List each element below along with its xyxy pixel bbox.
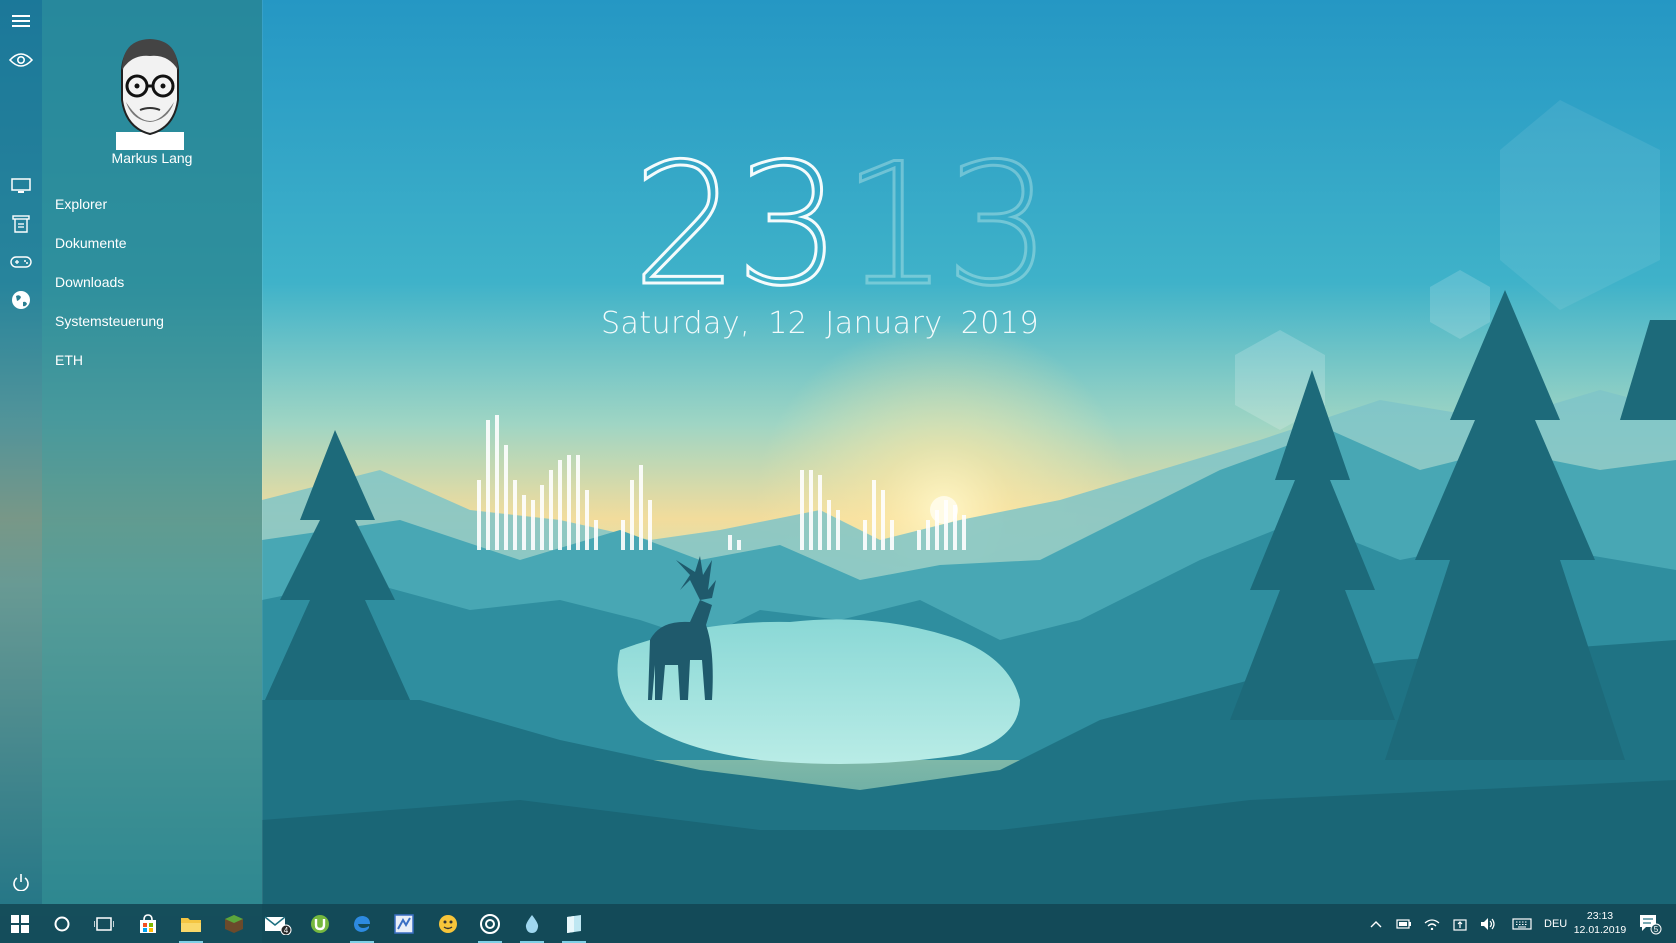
notification-badge: 5 bbox=[1654, 925, 1659, 934]
file-explorer-icon[interactable] bbox=[177, 910, 205, 943]
minecraft-block-icon[interactable] bbox=[220, 910, 248, 938]
menu-item-dokumente[interactable]: Dokumente bbox=[55, 235, 127, 251]
desktop-clock: 23 13 bbox=[631, 140, 1054, 311]
emoji-app-icon[interactable] bbox=[434, 910, 462, 938]
tray-date: 12.01.2019 bbox=[1573, 924, 1627, 936]
taskbar: 4 DEU bbox=[0, 904, 1676, 943]
chevron-up-icon[interactable] bbox=[1366, 910, 1386, 938]
utorrent-icon[interactable] bbox=[306, 910, 334, 938]
target-ring-icon[interactable] bbox=[476, 910, 504, 943]
store-bag-icon[interactable] bbox=[134, 910, 162, 938]
language-indicator[interactable]: DEU bbox=[1544, 918, 1567, 930]
windows-start-icon[interactable] bbox=[6, 910, 34, 938]
cortana-circle-icon[interactable] bbox=[48, 910, 76, 938]
gamepad-icon[interactable] bbox=[9, 250, 33, 274]
start-menu-rail bbox=[0, 0, 42, 904]
menu-item-explorer[interactable]: Explorer bbox=[55, 196, 107, 212]
clock-minutes: 13 bbox=[841, 127, 1054, 323]
blue-app-icon[interactable] bbox=[390, 910, 418, 938]
monitor-icon[interactable] bbox=[9, 174, 33, 198]
edge-browser-icon[interactable] bbox=[348, 910, 376, 943]
tray-time: 23:13 bbox=[1586, 910, 1614, 922]
clock-hours: 23 bbox=[631, 127, 844, 323]
globe-icon[interactable] bbox=[9, 288, 33, 312]
mail-badge: 4 bbox=[284, 926, 289, 935]
task-view-icon[interactable] bbox=[90, 910, 118, 938]
menu-item-downloads[interactable]: Downloads bbox=[55, 274, 124, 290]
water-drop-icon[interactable] bbox=[518, 910, 546, 943]
keyboard-icon[interactable] bbox=[1510, 910, 1534, 938]
mail-icon[interactable]: 4 bbox=[264, 910, 292, 938]
document-icon[interactable] bbox=[9, 212, 33, 236]
start-menu-panel: Markus Lang Explorer Dokumente Downloads… bbox=[42, 0, 262, 904]
usb-icon[interactable] bbox=[1450, 910, 1470, 938]
user-name[interactable]: Markus Lang bbox=[42, 150, 262, 166]
tray-clock[interactable]: 23:13 12.01.2019 bbox=[1572, 909, 1628, 937]
hamburger-menu-icon[interactable] bbox=[9, 9, 33, 33]
power-icon[interactable] bbox=[9, 870, 33, 894]
action-center-icon[interactable]: 5 bbox=[1636, 910, 1664, 938]
wifi-icon[interactable] bbox=[1422, 910, 1442, 938]
battery-icon[interactable] bbox=[1394, 910, 1414, 938]
menu-item-systemsteuerung[interactable]: Systemsteuerung bbox=[55, 313, 164, 329]
menu-item-eth[interactable]: ETH bbox=[55, 352, 83, 368]
avatar[interactable] bbox=[108, 36, 192, 150]
desktop-date: Saturday, 12 January 2019 bbox=[600, 306, 1040, 341]
eye-icon[interactable] bbox=[9, 48, 33, 72]
volume-icon[interactable] bbox=[1478, 910, 1498, 938]
notes-app-icon[interactable] bbox=[560, 910, 588, 943]
